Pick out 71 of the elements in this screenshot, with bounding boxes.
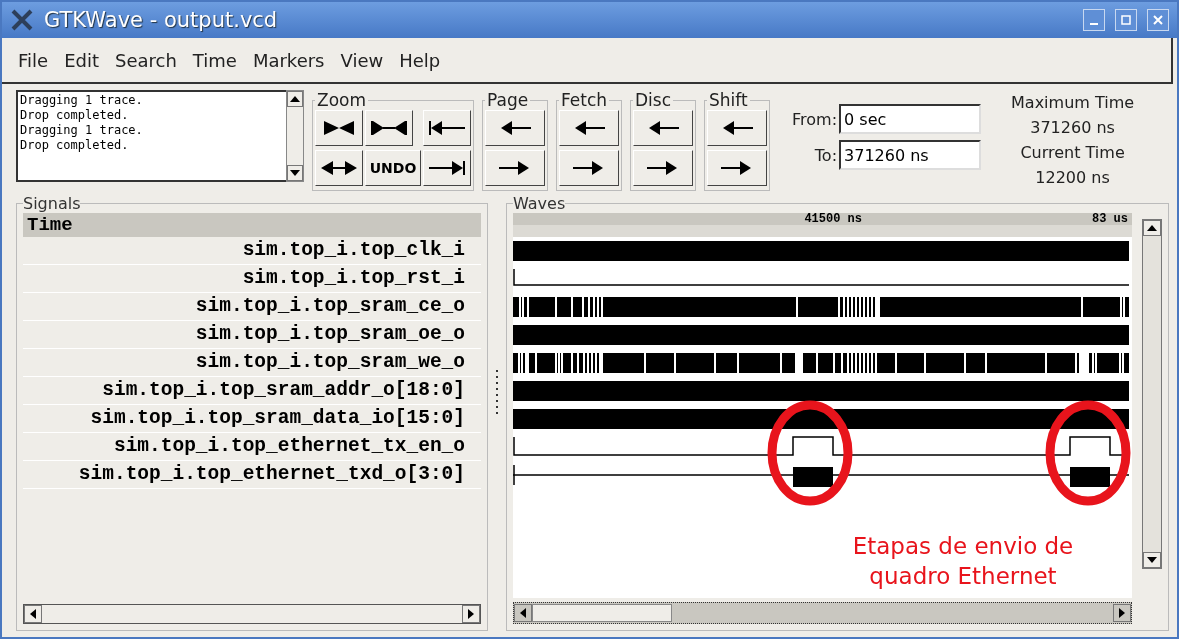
log-line: Drop completed. xyxy=(20,138,130,153)
group-title: Page xyxy=(486,90,530,110)
ruler-label: 83 us xyxy=(1092,213,1129,228)
signal-name[interactable]: sim.top_i.top_sram_we_o xyxy=(23,349,481,377)
jump-end-icon xyxy=(427,158,467,178)
signal-header: Time xyxy=(23,213,481,237)
menu-item[interactable]: Edit xyxy=(56,49,107,71)
group-title: Shift xyxy=(708,90,749,110)
menu-item[interactable]: Time xyxy=(184,49,245,71)
window-title: GTKWave - output.vcd xyxy=(44,8,279,32)
close-button[interactable] xyxy=(1147,9,1169,31)
menu-item[interactable]: Help xyxy=(391,49,449,71)
scroll-thumb[interactable] xyxy=(532,604,672,622)
scrollbar[interactable] xyxy=(513,602,1133,624)
minimize-icon xyxy=(1090,23,1098,25)
panel-title: Waves xyxy=(513,194,566,213)
to-label: To: xyxy=(813,145,838,165)
undo-button[interactable]: UNDO xyxy=(365,150,421,186)
toolbar-button[interactable] xyxy=(485,110,545,146)
toolbar-button[interactable] xyxy=(633,150,693,186)
toolbar-button[interactable] xyxy=(559,110,619,146)
zoom-in-icon xyxy=(369,118,409,138)
toolbar-button[interactable] xyxy=(707,150,767,186)
to-field[interactable]: 371260 ns xyxy=(839,140,982,170)
log-line: Dragging 1 trace. xyxy=(20,93,144,108)
toolbar-button[interactable] xyxy=(315,110,363,146)
time-label: Current Time xyxy=(1020,142,1125,164)
menu-item[interactable]: File xyxy=(10,49,57,71)
group-title: Disc xyxy=(634,90,673,110)
x-logo-icon xyxy=(10,9,34,31)
menu-item[interactable]: Markers xyxy=(244,49,333,71)
panel-title: Signals xyxy=(23,194,81,213)
signal-name[interactable]: sim.top_i.top_sram_data_io[15:0] xyxy=(23,405,481,433)
toolbar-button[interactable] xyxy=(423,110,471,146)
signal-name[interactable]: sim.top_i.top_sram_addr_o[18:0] xyxy=(23,377,481,405)
toolbar-button[interactable] xyxy=(633,110,693,146)
toolbar-button[interactable] xyxy=(365,110,413,146)
annotation-text: Etapas de envio de xyxy=(851,532,1075,561)
annotation-text: quadro Ethernet xyxy=(868,562,1058,591)
ruler-label: 41500 ns xyxy=(804,213,862,228)
menu-item[interactable]: Search xyxy=(107,49,185,71)
group-title: Zoom xyxy=(316,90,367,110)
time-value: 12200 ns xyxy=(1035,167,1110,189)
toolbar-button[interactable] xyxy=(707,110,767,146)
toolbar-button[interactable] xyxy=(559,150,619,186)
maximize-icon xyxy=(1121,15,1131,25)
signal-name[interactable]: sim.top_i.top_rst_i xyxy=(23,265,481,293)
signal-name[interactable]: sim.top_i.top_sram_ce_o xyxy=(23,293,481,321)
time-value: 371260 ns xyxy=(1030,117,1115,139)
toolbar-button[interactable] xyxy=(485,150,545,186)
toolbar-button[interactable] xyxy=(315,150,363,186)
signal-name[interactable]: sim.top_i.top_sram_oe_o xyxy=(23,321,481,349)
scrollbar[interactable] xyxy=(286,90,304,182)
scrollbar[interactable] xyxy=(23,604,481,624)
from-field[interactable]: 0 sec xyxy=(839,104,982,134)
close-icon xyxy=(1153,15,1163,25)
menu-item[interactable]: View xyxy=(332,49,392,71)
scrollbar[interactable] xyxy=(1142,219,1162,569)
group-title: Fetch xyxy=(560,90,609,110)
log-line: Dragging 1 trace. xyxy=(20,123,144,138)
minimize-button[interactable] xyxy=(1083,9,1105,31)
maximize-button[interactable] xyxy=(1115,9,1137,31)
zoom-out-icon xyxy=(319,158,359,178)
signal-name[interactable]: sim.top_i.top_ethernet_txd_o[3:0] xyxy=(23,461,481,489)
toolbar-button[interactable] xyxy=(423,150,471,186)
signal-name[interactable]: sim.top_i.top_ethernet_tx_en_o xyxy=(23,433,481,461)
time-label: Maximum Time xyxy=(1011,92,1135,114)
jump-start-icon xyxy=(427,118,467,138)
signal-name[interactable]: sim.top_i.top_clk_i xyxy=(23,237,481,265)
log-line: Drop completed. xyxy=(20,108,130,123)
from-label: From: xyxy=(792,109,838,129)
